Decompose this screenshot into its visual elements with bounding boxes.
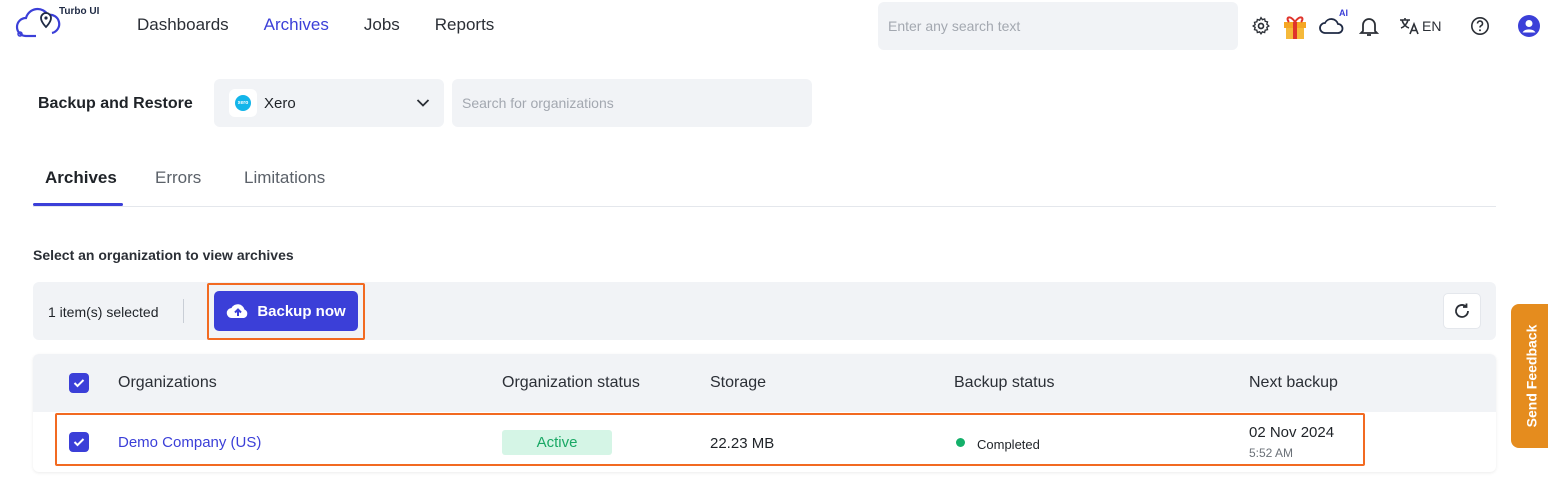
next-backup-time: 5:52 AM xyxy=(1249,446,1294,460)
settings-button[interactable] xyxy=(1250,10,1272,42)
language-label: EN xyxy=(1422,18,1442,34)
refresh-icon xyxy=(1455,303,1469,318)
gift-button[interactable] xyxy=(1282,10,1308,42)
column-header-organizations[interactable]: Organizations xyxy=(118,374,217,392)
send-feedback-label: Send Feedback xyxy=(1523,324,1540,428)
select-all-checkbox[interactable] xyxy=(69,373,89,393)
column-header-backup-status[interactable]: Backup status xyxy=(954,374,1055,392)
logo-text: Turbo UI xyxy=(59,6,100,17)
profile-button[interactable] xyxy=(1517,10,1541,42)
organization-name-link[interactable]: Demo Company (US) xyxy=(118,434,261,451)
status-dot xyxy=(956,438,965,447)
action-bar: 1 item(s) selected Backup now xyxy=(33,282,1496,340)
divider xyxy=(183,299,184,323)
translate-icon xyxy=(1400,18,1419,35)
global-search-input[interactable] xyxy=(878,2,1238,50)
help-button[interactable] xyxy=(1469,10,1491,42)
storage-value: 22.23 MB xyxy=(710,435,775,452)
notifications-button[interactable] xyxy=(1358,10,1380,42)
column-header-storage[interactable]: Storage xyxy=(710,374,766,392)
language-button[interactable]: EN xyxy=(1398,10,1448,42)
gift-icon xyxy=(1284,16,1306,39)
table-header: Organizations Organization status Storag… xyxy=(33,354,1496,412)
gear-icon xyxy=(1251,16,1270,36)
tab-limitations[interactable]: Limitations xyxy=(244,168,325,188)
backup-now-label: Backup now xyxy=(257,302,346,320)
selected-count: 1 item(s) selected xyxy=(48,304,159,320)
nav-item-reports[interactable]: Reports xyxy=(435,15,495,35)
bell-icon xyxy=(1359,18,1379,36)
cloud-upload-icon xyxy=(227,304,248,319)
refresh-button[interactable] xyxy=(1443,293,1481,329)
cloud-logo-icon xyxy=(15,7,61,38)
chevron-down-icon xyxy=(416,99,430,107)
active-tab-indicator xyxy=(33,203,123,206)
help-icon xyxy=(1471,17,1489,35)
top-bar: Turbo UI Dashboards Archives Jobs Report… xyxy=(0,0,1548,52)
app-select-value: Xero xyxy=(264,94,296,112)
send-feedback-tab[interactable]: Send Feedback xyxy=(1511,304,1548,448)
nav-item-archives[interactable]: Archives xyxy=(264,15,329,35)
xero-logo: xero xyxy=(229,89,257,117)
nav-item-jobs[interactable]: Jobs xyxy=(364,15,400,35)
organization-search-input[interactable] xyxy=(452,79,812,127)
app-logo[interactable]: Turbo UI xyxy=(14,4,104,44)
column-header-organization-status[interactable]: Organization status xyxy=(502,374,640,392)
xero-logo-mark: xero xyxy=(235,95,251,111)
check-icon xyxy=(73,379,85,388)
tab-archives[interactable]: Archives xyxy=(45,168,117,188)
main-nav: Dashboards Archives Jobs Reports xyxy=(137,15,529,35)
tab-errors[interactable]: Errors xyxy=(155,168,201,188)
nav-item-dashboards[interactable]: Dashboards xyxy=(137,15,229,35)
ai-cloud-button[interactable]: AI xyxy=(1316,8,1348,42)
cloud-ai-icon xyxy=(1319,18,1344,34)
tab-bar: Archives Errors Limitations xyxy=(33,160,1496,207)
page-title: Backup and Restore xyxy=(38,95,193,112)
user-avatar-icon xyxy=(1518,15,1540,37)
backup-status-value: Completed xyxy=(977,437,1040,452)
app-select-dropdown[interactable]: xero Xero xyxy=(214,79,444,127)
status-badge: Active xyxy=(502,430,612,455)
check-icon xyxy=(73,438,85,447)
organizations-table: Organizations Organization status Storag… xyxy=(33,354,1496,472)
backup-now-button[interactable]: Backup now xyxy=(214,291,358,331)
column-header-next-backup[interactable]: Next backup xyxy=(1249,374,1338,392)
row-checkbox[interactable] xyxy=(69,432,89,452)
ai-badge: AI xyxy=(1339,8,1348,18)
instruction-text: Select an organization to view archives xyxy=(33,247,294,263)
next-backup-date: 02 Nov 2024 xyxy=(1249,424,1335,441)
